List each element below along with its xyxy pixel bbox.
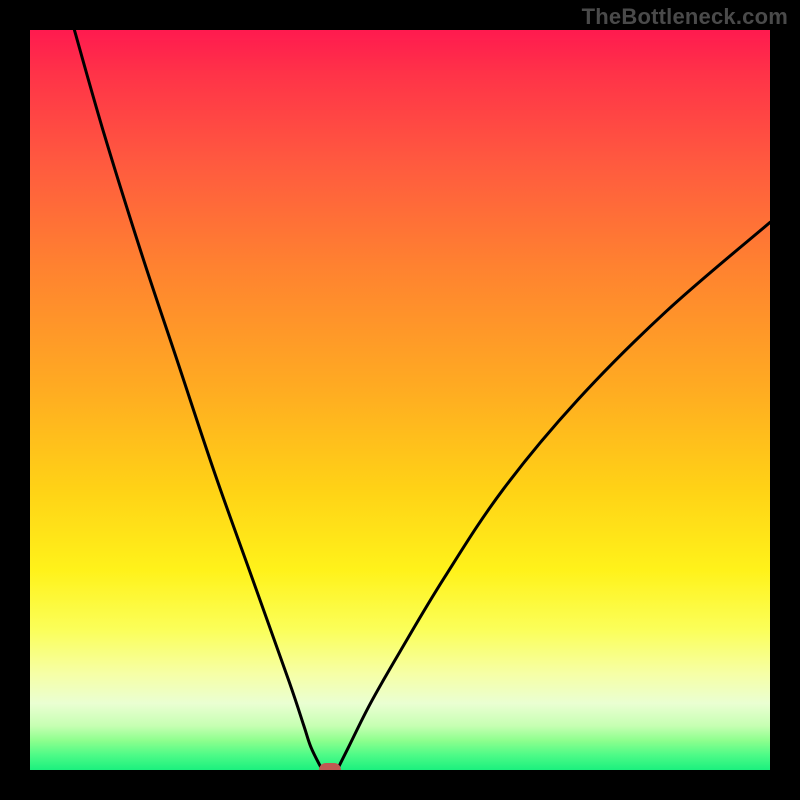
chart-frame: TheBottleneck.com [0,0,800,800]
bottleneck-curve [30,30,770,770]
curve-left-branch [74,30,322,770]
watermark-text: TheBottleneck.com [582,4,788,30]
curve-right-branch [337,222,770,770]
plot-area [30,30,770,770]
optimum-marker [319,763,341,770]
